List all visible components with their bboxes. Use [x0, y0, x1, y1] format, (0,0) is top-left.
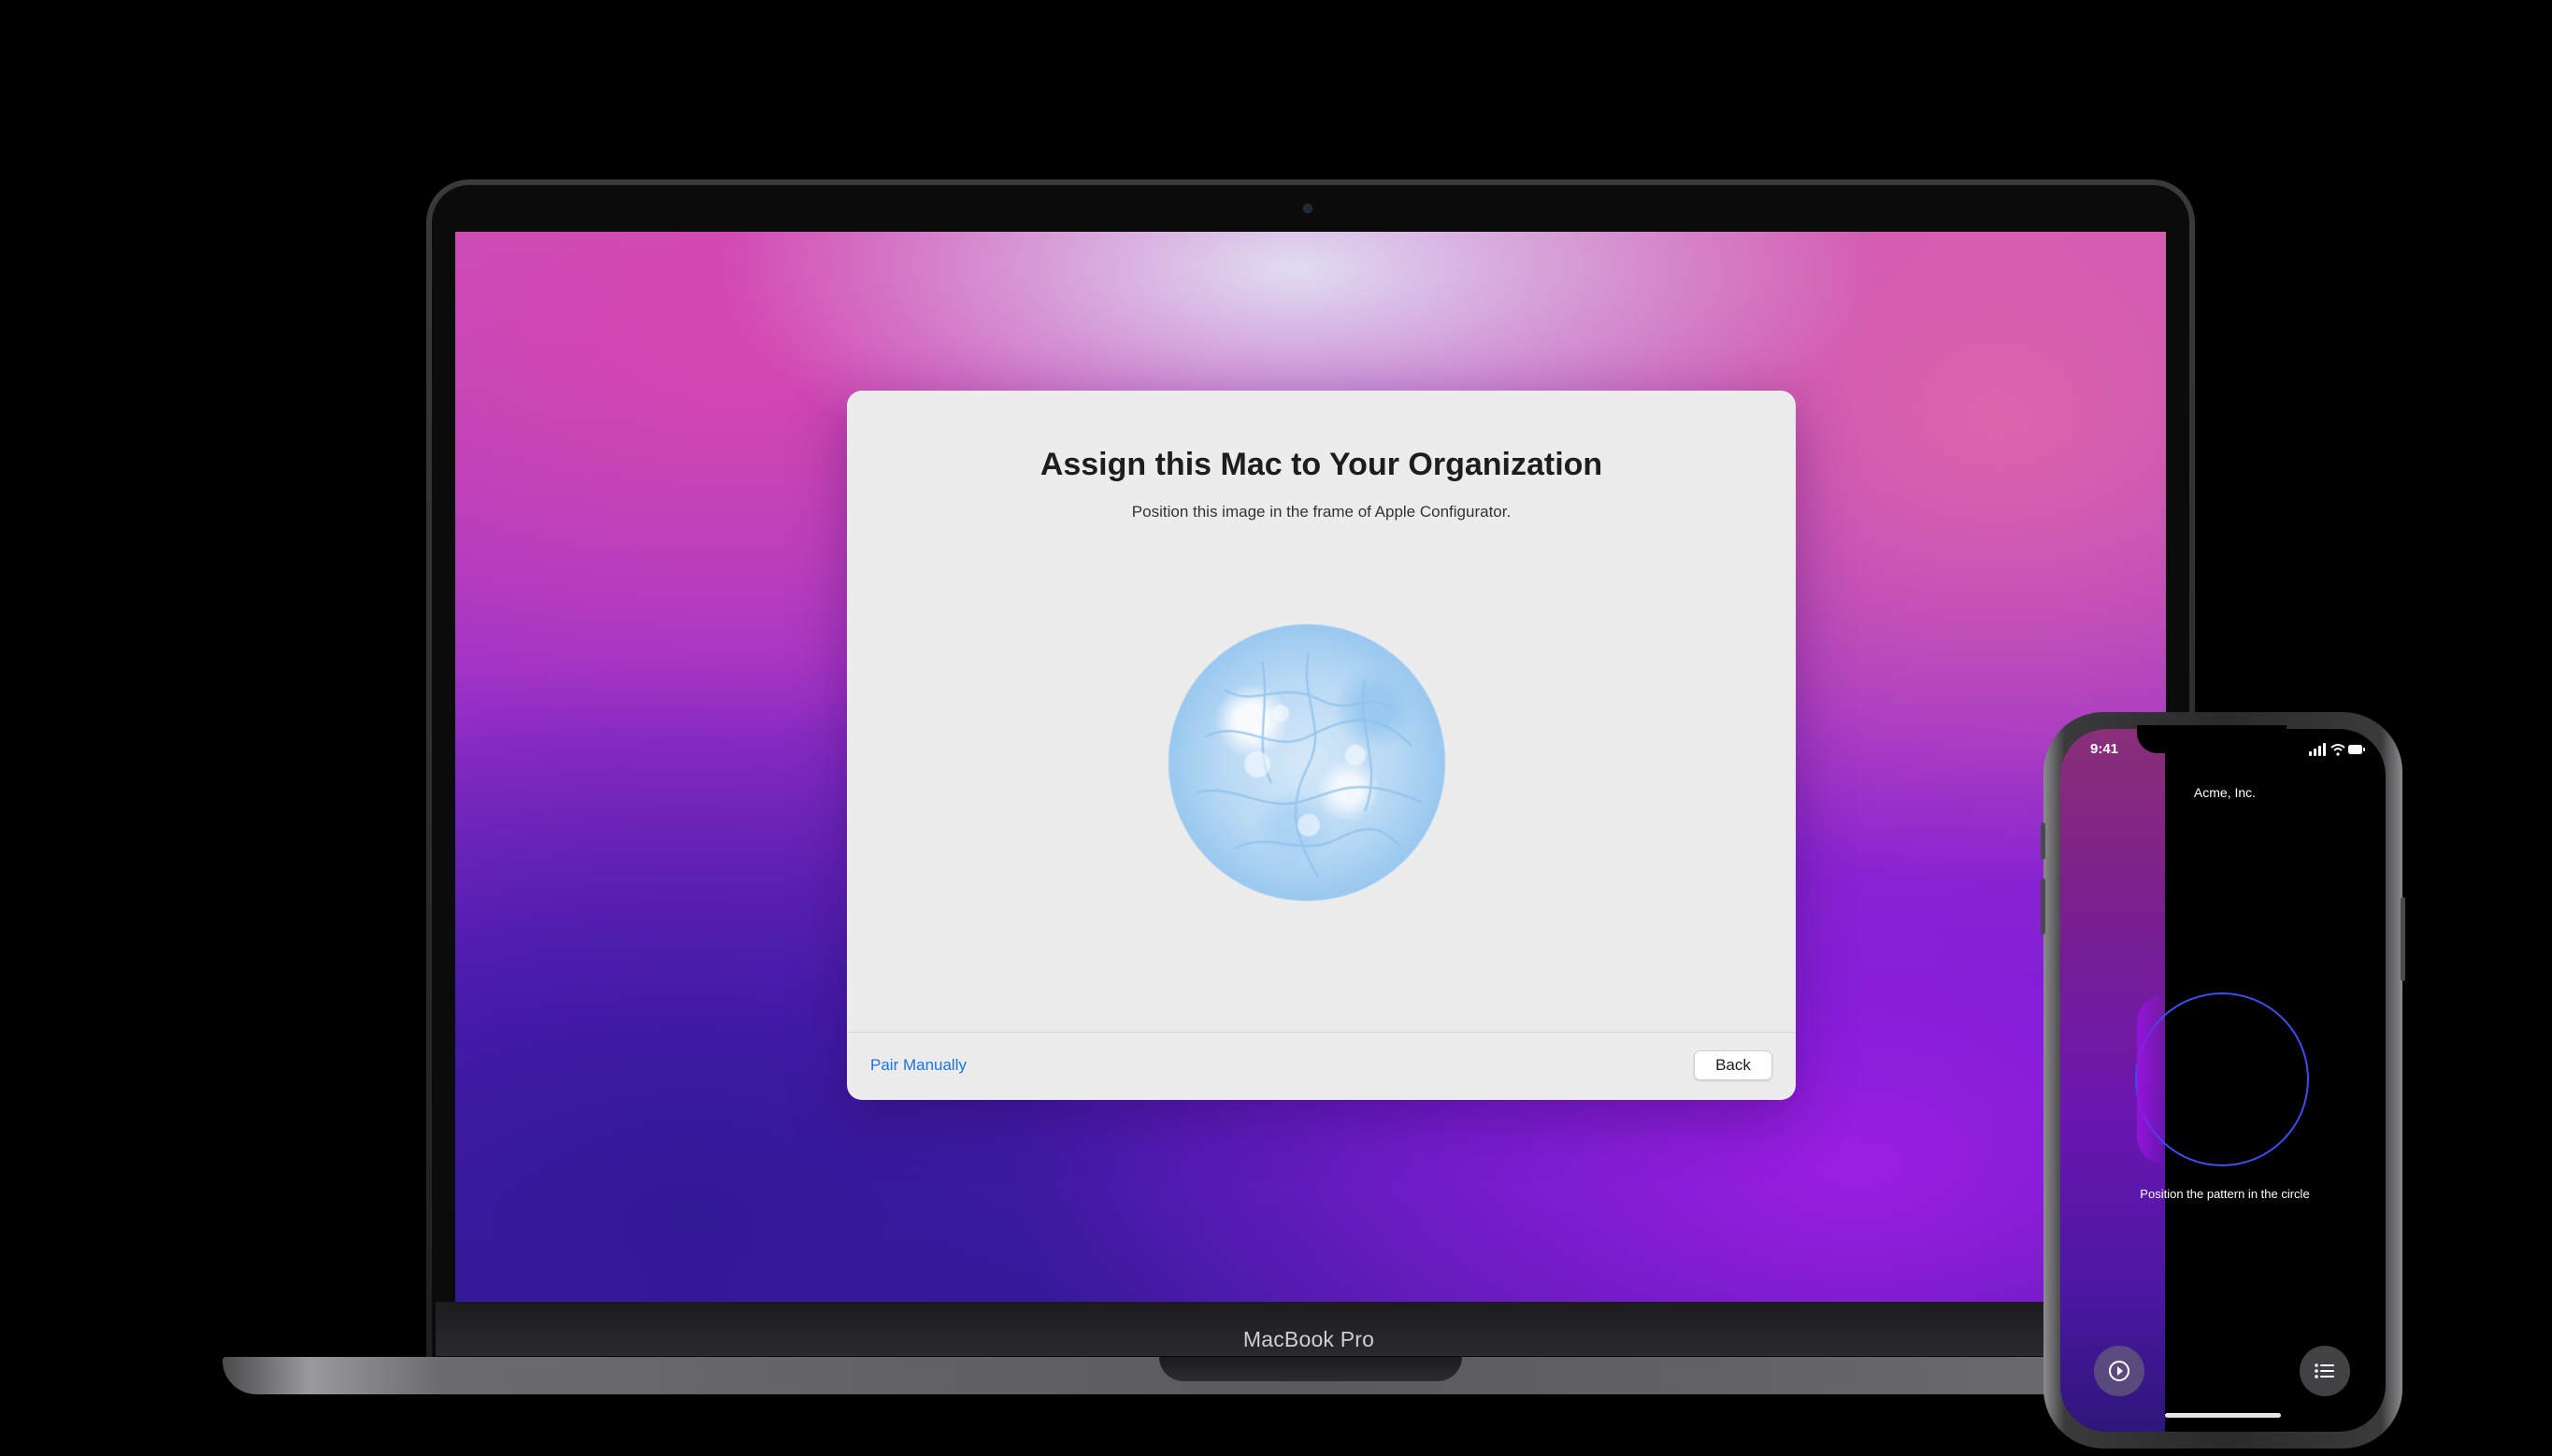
signal-icon [2309, 743, 2326, 756]
pairing-pattern-image [1168, 624, 1445, 901]
camera-icon [1303, 204, 1312, 213]
pair-manually-link[interactable]: Pair Manually [870, 1056, 967, 1075]
list-icon [2315, 1363, 2334, 1378]
home-indicator[interactable] [2165, 1413, 2281, 1418]
iphone-action-button [2041, 822, 2045, 860]
footer-divider [847, 1032, 1796, 1033]
clock-arrow-icon [2109, 1361, 2129, 1381]
battery-icon [2348, 745, 2362, 754]
wifi-icon [2330, 744, 2345, 751]
page-title: Assign this Mac to Your Organization [1039, 447, 1603, 482]
setup-assistant-window: Assign this Mac to Your Organization Pos… [847, 391, 1796, 1100]
macbook-model-label: MacBook Pro [1242, 1327, 1375, 1351]
iphone-side-button [2401, 897, 2405, 981]
back-button[interactable]: Back [1694, 1050, 1772, 1080]
history-button[interactable] [2094, 1346, 2144, 1396]
scan-instruction: Position the pattern in the circle [2140, 1187, 2310, 1201]
iphone-volume-button [2041, 878, 2045, 935]
organization-name: Acme, Inc. [2193, 785, 2257, 800]
macbook-lid-notch [1159, 1357, 1462, 1381]
list-button[interactable] [2300, 1346, 2350, 1396]
scan-circle-fill [2137, 994, 2165, 1164]
iphone-notch [2137, 725, 2287, 753]
scan-target-circle [2135, 992, 2309, 1166]
status-icons [2309, 743, 2365, 756]
page-subtitle: Position this image in the frame of Appl… [1131, 503, 1512, 521]
status-time: 9:41 [2090, 741, 2119, 757]
